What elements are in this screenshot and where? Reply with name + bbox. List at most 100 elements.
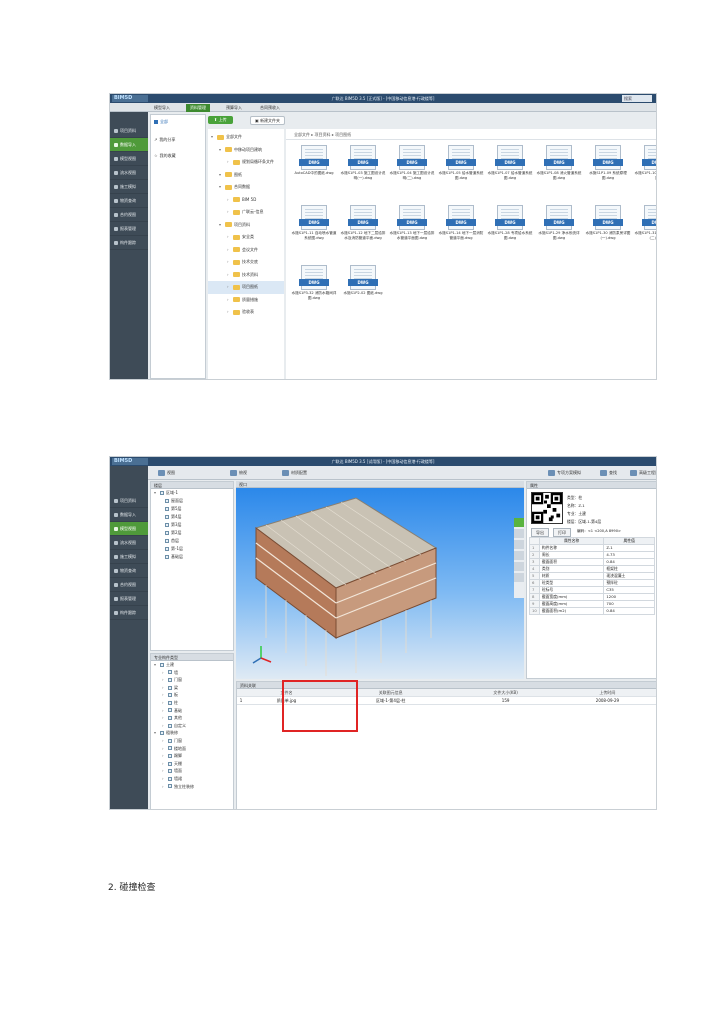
toolbar-scheme[interactable]: 专项方案模拟	[548, 469, 581, 477]
file-item[interactable]: DWG 水施S1P1-14 地下一层消防管道平面.dwg	[437, 205, 485, 245]
tree-item[interactable]: ▾ 全部文件	[208, 131, 284, 144]
checkbox-icon[interactable]	[165, 523, 169, 527]
sidebar-item-all[interactable]: 全部	[151, 118, 205, 126]
file-item[interactable]: DWG AutoCAD中的图纸.dwg	[290, 145, 338, 185]
nav-item[interactable]: 合约视图	[110, 208, 148, 222]
property-value[interactable]: C35	[603, 586, 655, 594]
checkbox-icon[interactable]	[168, 677, 172, 682]
floor-item[interactable]: 屋面层	[151, 497, 233, 505]
checkbox-icon[interactable]	[168, 723, 172, 728]
select-tool-icon[interactable]	[514, 518, 524, 527]
file-item[interactable]: DWG 水施S1P1-13 地下一层给排水管道平面图.dwg	[388, 205, 436, 245]
toolbar-quantity[interactable]: 高级工程量	[630, 469, 656, 477]
floor-item[interactable]: 第2层	[151, 529, 233, 537]
zoom-out-icon[interactable]	[514, 562, 524, 571]
toolbar-topview[interactable]: 俯视	[230, 469, 247, 477]
tree-item[interactable]: › 验收表	[208, 306, 284, 319]
tree-item[interactable]: › 技术资料	[208, 269, 284, 282]
checkbox-icon[interactable]	[168, 784, 172, 789]
checkbox-icon[interactable]	[168, 685, 172, 690]
type-item[interactable]: › 门窗	[151, 676, 233, 684]
nav-item[interactable]: 物资查询	[110, 564, 148, 578]
checkbox-icon[interactable]	[168, 693, 172, 698]
floor-item[interactable]: 首层	[151, 537, 233, 545]
nav-item[interactable]: 合约视图	[110, 578, 148, 592]
tree-item[interactable]: ▾ 项目资料	[208, 219, 284, 232]
type-item[interactable]: › 梁	[151, 684, 233, 692]
nav-item[interactable]: 数据导入	[110, 508, 148, 522]
checkbox-icon[interactable]	[168, 746, 172, 751]
file-item[interactable]: DWG 水施S1P1-28 专项给水系统图.dwg	[486, 205, 534, 245]
file-item[interactable]: DWG 水施S1P1-05 给水管道系统图.dwg	[437, 145, 485, 185]
checkbox-icon[interactable]	[160, 731, 164, 736]
type-item[interactable]: › 独立柱装修	[151, 783, 233, 791]
property-value[interactable]: 4.73	[603, 551, 655, 559]
file-item[interactable]: DWG 水施S1P1-31 消防泵房详图(二).dwg	[633, 205, 656, 245]
nav-item[interactable]: 项目资料	[110, 494, 148, 508]
col-upload-time[interactable]: 上传时间	[557, 689, 656, 697]
nav-item[interactable]: 报表管理	[110, 592, 148, 606]
file-item[interactable]: DWG 水施S1P3-32 消防水箱间详图.dwg	[290, 265, 338, 305]
floor-item[interactable]: 第4层	[151, 513, 233, 521]
checkbox-icon[interactable]	[165, 547, 169, 551]
checkbox-icon[interactable]	[168, 670, 172, 675]
property-value[interactable]: 框架柱	[603, 565, 655, 573]
checkbox-icon[interactable]	[160, 662, 164, 667]
sidebar-item-share[interactable]: ↗ 我的分享	[151, 136, 205, 144]
floor-item[interactable]: 第-1层	[151, 545, 233, 553]
menu-tab[interactable]: 预算导入	[222, 104, 246, 112]
property-value[interactable]: 现浇混凝土	[603, 572, 655, 580]
checkbox-icon[interactable]	[168, 715, 172, 720]
nav-item[interactable]: 流水视图	[110, 166, 148, 180]
type-item[interactable]: › 其他	[151, 714, 233, 722]
sidebar-item-favorites[interactable]: ☆ 我的收藏	[151, 152, 205, 160]
file-item[interactable]: DWG 水施S1P1-10 系统管道系统图	[633, 145, 656, 185]
search-input[interactable]: 搜索	[622, 95, 652, 102]
type-item[interactable]: › 墙	[151, 669, 233, 677]
rotate-tool-icon[interactable]	[514, 540, 524, 549]
nav-item[interactable]: 施工模拟	[110, 180, 148, 194]
checkbox-icon[interactable]	[168, 753, 172, 758]
floor-item[interactable]: 基础层	[151, 553, 233, 561]
toolbar-view[interactable]: 视图	[158, 469, 175, 477]
tree-item[interactable]: › 规划局循环条文件	[208, 156, 284, 169]
type-item[interactable]: › 墙面	[151, 767, 233, 775]
tree-item[interactable]: › 安全类	[208, 231, 284, 244]
property-value[interactable]: 预拌砼	[603, 579, 655, 587]
toolbar-material[interactable]: 材质配置	[282, 469, 307, 477]
type-item[interactable]: ▾ 土建	[151, 661, 233, 669]
menu-tab[interactable]: 模型导入	[150, 104, 174, 112]
tree-item[interactable]: › 技术交底	[208, 256, 284, 269]
type-item[interactable]: › 墙裙	[151, 775, 233, 783]
file-item[interactable]: DWG 水施S1P1-30 消防泵房详图(一).dwg	[584, 205, 632, 245]
type-item[interactable]: ▾ 粗装修	[151, 729, 233, 737]
checkbox-icon[interactable]	[165, 539, 169, 543]
property-value[interactable]: 0.84	[603, 607, 655, 615]
nav-item[interactable]: 项目资料	[110, 124, 148, 138]
floor-root[interactable]: ▾ 区域-1	[151, 489, 233, 497]
type-item[interactable]: › 柱	[151, 699, 233, 707]
file-item[interactable]: DWG 水施S1P1-08 消火管道系统图.dwg	[535, 145, 583, 185]
checkbox-icon[interactable]	[165, 531, 169, 535]
file-item[interactable]: DWG 水施S1P1-07 给水管道系统图.dwg	[486, 145, 534, 185]
property-value[interactable]: Z-1	[603, 544, 655, 552]
checkbox-icon[interactable]	[168, 769, 172, 774]
property-value[interactable]: 0.84	[603, 558, 655, 566]
checkbox-icon[interactable]	[168, 738, 172, 743]
export-button[interactable]: 导出	[531, 528, 549, 537]
print-button[interactable]: 打印	[553, 528, 571, 537]
col-size[interactable]: 文件大小(KB)	[453, 689, 558, 697]
nav-item[interactable]: 物资查询	[110, 194, 148, 208]
file-item[interactable]: DWG 水施S1P1-11 自动喷水管道系统图.dwg	[290, 205, 338, 245]
type-item[interactable]: › 楼地面	[151, 745, 233, 753]
tree-item[interactable]: › 会议文件	[208, 244, 284, 257]
tree-item[interactable]: › 项目图纸	[208, 281, 284, 294]
checkbox-icon[interactable]	[168, 708, 172, 713]
nav-item[interactable]: 构件跟踪	[110, 236, 148, 250]
nav-item[interactable]: 模型视图	[110, 152, 148, 166]
checkbox-icon[interactable]	[165, 515, 169, 519]
3d-viewport[interactable]	[236, 488, 524, 679]
menu-tab[interactable]: 合同预收入	[256, 104, 284, 112]
property-value[interactable]: 1200	[603, 593, 655, 601]
nav-item[interactable]: 施工模拟	[110, 550, 148, 564]
